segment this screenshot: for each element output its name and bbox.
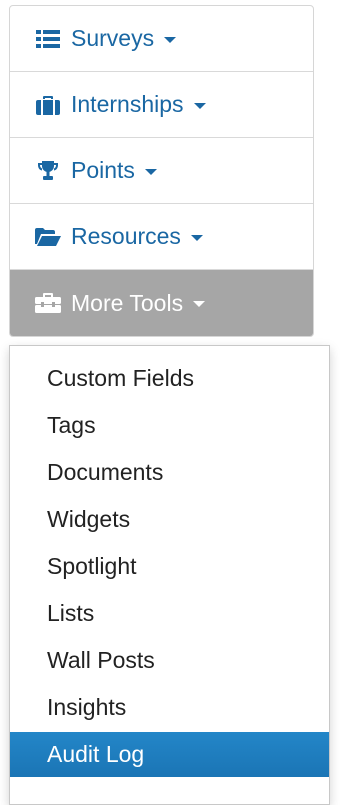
caret-down-icon — [164, 36, 177, 43]
menu-item-wall-posts[interactable]: Wall Posts — [10, 637, 329, 684]
sidebar-nav: Surveys Internships Points Resources Mor… — [9, 5, 314, 337]
caret-down-icon — [193, 102, 206, 109]
menu-item-audit-log[interactable]: Audit Log — [10, 732, 329, 777]
folder-open-icon — [35, 226, 61, 248]
menu-item-spotlight[interactable]: Spotlight — [10, 543, 329, 590]
menu-item-tags[interactable]: Tags — [10, 402, 329, 449]
nav-item-internships[interactable]: Internships — [10, 72, 313, 138]
nav-item-points[interactable]: Points — [10, 138, 313, 204]
nav-item-label: Internships — [71, 91, 184, 117]
nav-item-label: More Tools — [71, 289, 184, 316]
caret-down-icon — [144, 168, 157, 175]
menu-item-documents[interactable]: Documents — [10, 449, 329, 496]
caret-down-icon — [193, 301, 206, 307]
menu-item-insights[interactable]: Insights — [10, 684, 329, 731]
nav-item-more-tools[interactable]: More Tools — [10, 270, 313, 336]
more-tools-dropdown-menu: Custom Fields Tags Documents Widgets Spo… — [9, 345, 330, 805]
toolbox-icon — [35, 292, 61, 314]
menu-item-widgets[interactable]: Widgets — [10, 496, 329, 543]
briefcase-icon — [35, 94, 61, 116]
list-icon — [35, 28, 61, 50]
nav-item-label: Surveys — [71, 25, 155, 51]
nav-item-surveys[interactable]: Surveys — [10, 6, 313, 72]
nav-item-resources[interactable]: Resources — [10, 204, 313, 270]
nav-item-label: Points — [71, 157, 135, 183]
trophy-icon — [35, 160, 61, 182]
nav-item-label: Resources — [71, 223, 181, 249]
caret-down-icon — [190, 234, 203, 241]
menu-item-lists[interactable]: Lists — [10, 590, 329, 637]
menu-item-custom-fields[interactable]: Custom Fields — [10, 355, 329, 402]
